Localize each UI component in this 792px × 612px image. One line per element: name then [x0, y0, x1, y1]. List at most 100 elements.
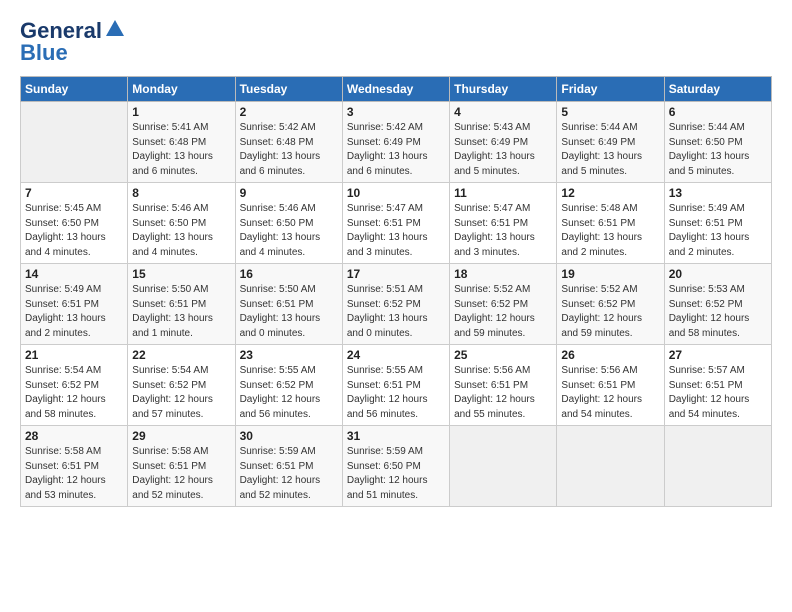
day-number: 9 — [240, 186, 338, 200]
calendar-cell: 26Sunrise: 5:56 AM Sunset: 6:51 PM Dayli… — [557, 345, 664, 426]
calendar-cell — [21, 102, 128, 183]
calendar-cell — [557, 426, 664, 507]
day-number: 27 — [669, 348, 767, 362]
day-info: Sunrise: 5:58 AM Sunset: 6:51 PM Dayligh… — [25, 445, 123, 503]
day-info: Sunrise: 5:59 AM Sunset: 6:51 PM Dayligh… — [240, 445, 338, 503]
day-number: 18 — [454, 267, 552, 281]
day-number: 21 — [25, 348, 123, 362]
day-number: 19 — [561, 267, 659, 281]
day-info: Sunrise: 5:54 AM Sunset: 6:52 PM Dayligh… — [132, 364, 230, 422]
calendar-cell: 12 Sunrise: 5:48 AM Sunset: 6:51 PM Dayli… — [557, 183, 664, 264]
day-info: Sunrise: 5:44 AM Sunset: 6:49 PM Dayligh… — [561, 121, 659, 179]
day-number: 11 — [454, 186, 552, 200]
weekday-header-friday: Friday — [557, 77, 664, 102]
day-number: 8 — [132, 186, 230, 200]
calendar-cell: 11 Sunrise: 5:47 AM Sunset: 6:51 PM Dayli… — [450, 183, 557, 264]
day-number: 16 — [240, 267, 338, 281]
day-number: 14 — [25, 267, 123, 281]
day-info: Sunrise: 5:51 AM Sunset: 6:52 PM Dayligh… — [347, 283, 445, 341]
weekday-header-monday: Monday — [128, 77, 235, 102]
calendar-cell: 28Sunrise: 5:58 AM Sunset: 6:51 PM Dayli… — [21, 426, 128, 507]
calendar-cell — [664, 426, 771, 507]
calendar-cell: 4Sunrise: 5:43 AM Sunset: 6:49 PM Daylig… — [450, 102, 557, 183]
calendar-cell: 24 Sunrise: 5:55 AM Sunset: 6:51 PM Dayli… — [342, 345, 449, 426]
calendar-cell: 14 Sunrise: 5:49 AM Sunset: 6:51 PM Dayli… — [21, 264, 128, 345]
weekday-header-wednesday: Wednesday — [342, 77, 449, 102]
weekday-header-saturday: Saturday — [664, 77, 771, 102]
day-info: Sunrise: 5:52 AM Sunset: 6:52 PM Dayligh… — [561, 283, 659, 341]
day-number: 3 — [347, 105, 445, 119]
calendar-cell: 1 Sunrise: 5:41 AM Sunset: 6:48 PM Daylig… — [128, 102, 235, 183]
calendar-cell: 27 Sunrise: 5:57 AM Sunset: 6:51 PM Dayli… — [664, 345, 771, 426]
day-info: Sunrise: 5:59 AM Sunset: 6:50 PM Dayligh… — [347, 445, 445, 503]
calendar-cell: 23 Sunrise: 5:55 AM Sunset: 6:52 PM Dayli… — [235, 345, 342, 426]
calendar-cell: 13 Sunrise: 5:49 AM Sunset: 6:51 PM Dayli… — [664, 183, 771, 264]
calendar-cell: 6 Sunrise: 5:44 AM Sunset: 6:50 PM Daylig… — [664, 102, 771, 183]
calendar-cell — [450, 426, 557, 507]
day-info: Sunrise: 5:47 AM Sunset: 6:51 PM Dayligh… — [454, 202, 552, 260]
day-info: Sunrise: 5:50 AM Sunset: 6:51 PM Dayligh… — [132, 283, 230, 341]
calendar-cell: 10 Sunrise: 5:47 AM Sunset: 6:51 PM Dayli… — [342, 183, 449, 264]
day-number: 12 — [561, 186, 659, 200]
day-info: Sunrise: 5:50 AM Sunset: 6:51 PM Dayligh… — [240, 283, 338, 341]
calendar-cell: 8Sunrise: 5:46 AM Sunset: 6:50 PM Daylig… — [128, 183, 235, 264]
day-info: Sunrise: 5:44 AM Sunset: 6:50 PM Dayligh… — [669, 121, 767, 179]
calendar-cell: 3Sunrise: 5:42 AM Sunset: 6:49 PM Daylig… — [342, 102, 449, 183]
day-info: Sunrise: 5:48 AM Sunset: 6:51 PM Dayligh… — [561, 202, 659, 260]
calendar-cell: 22 Sunrise: 5:54 AM Sunset: 6:52 PM Dayli… — [128, 345, 235, 426]
calendar-cell: 2 Sunrise: 5:42 AM Sunset: 6:48 PM Daylig… — [235, 102, 342, 183]
day-info: Sunrise: 5:53 AM Sunset: 6:52 PM Dayligh… — [669, 283, 767, 341]
day-number: 6 — [669, 105, 767, 119]
day-number: 31 — [347, 429, 445, 443]
logo-icon — [104, 18, 126, 40]
day-number: 23 — [240, 348, 338, 362]
day-info: Sunrise: 5:49 AM Sunset: 6:51 PM Dayligh… — [669, 202, 767, 260]
calendar-cell: 29 Sunrise: 5:58 AM Sunset: 6:51 PM Dayli… — [128, 426, 235, 507]
day-number: 7 — [25, 186, 123, 200]
calendar-cell: 21 Sunrise: 5:54 AM Sunset: 6:52 PM Dayli… — [21, 345, 128, 426]
day-info: Sunrise: 5:56 AM Sunset: 6:51 PM Dayligh… — [454, 364, 552, 422]
weekday-header-thursday: Thursday — [450, 77, 557, 102]
day-info: Sunrise: 5:55 AM Sunset: 6:51 PM Dayligh… — [347, 364, 445, 422]
day-number: 17 — [347, 267, 445, 281]
day-number: 5 — [561, 105, 659, 119]
page: General Blue SundayMondayTuesdayWednesda… — [0, 0, 792, 517]
calendar-cell: 25Sunrise: 5:56 AM Sunset: 6:51 PM Dayli… — [450, 345, 557, 426]
calendar-cell: 16 Sunrise: 5:50 AM Sunset: 6:51 PM Dayli… — [235, 264, 342, 345]
day-info: Sunrise: 5:47 AM Sunset: 6:51 PM Dayligh… — [347, 202, 445, 260]
day-info: Sunrise: 5:42 AM Sunset: 6:48 PM Dayligh… — [240, 121, 338, 179]
day-number: 1 — [132, 105, 230, 119]
day-info: Sunrise: 5:54 AM Sunset: 6:52 PM Dayligh… — [25, 364, 123, 422]
day-number: 20 — [669, 267, 767, 281]
day-number: 4 — [454, 105, 552, 119]
day-info: Sunrise: 5:56 AM Sunset: 6:51 PM Dayligh… — [561, 364, 659, 422]
weekday-header-tuesday: Tuesday — [235, 77, 342, 102]
day-info: Sunrise: 5:55 AM Sunset: 6:52 PM Dayligh… — [240, 364, 338, 422]
calendar-cell: 7Sunrise: 5:45 AM Sunset: 6:50 PM Daylig… — [21, 183, 128, 264]
calendar-cell: 17 Sunrise: 5:51 AM Sunset: 6:52 PM Dayli… — [342, 264, 449, 345]
weekday-header-sunday: Sunday — [21, 77, 128, 102]
day-number: 15 — [132, 267, 230, 281]
day-number: 22 — [132, 348, 230, 362]
calendar-cell: 20 Sunrise: 5:53 AM Sunset: 6:52 PM Dayli… — [664, 264, 771, 345]
day-number: 24 — [347, 348, 445, 362]
day-info: Sunrise: 5:58 AM Sunset: 6:51 PM Dayligh… — [132, 445, 230, 503]
calendar-cell: 31 Sunrise: 5:59 AM Sunset: 6:50 PM Dayli… — [342, 426, 449, 507]
day-info: Sunrise: 5:52 AM Sunset: 6:52 PM Dayligh… — [454, 283, 552, 341]
calendar-cell: 15 Sunrise: 5:50 AM Sunset: 6:51 PM Dayli… — [128, 264, 235, 345]
calendar-table: SundayMondayTuesdayWednesdayThursdayFrid… — [20, 76, 772, 507]
day-info: Sunrise: 5:41 AM Sunset: 6:48 PM Dayligh… — [132, 121, 230, 179]
day-info: Sunrise: 5:49 AM Sunset: 6:51 PM Dayligh… — [25, 283, 123, 341]
logo: General Blue — [20, 18, 126, 66]
calendar-cell: 30 Sunrise: 5:59 AM Sunset: 6:51 PM Dayli… — [235, 426, 342, 507]
day-number: 13 — [669, 186, 767, 200]
day-info: Sunrise: 5:46 AM Sunset: 6:50 PM Dayligh… — [240, 202, 338, 260]
day-number: 29 — [132, 429, 230, 443]
calendar-cell: 5 Sunrise: 5:44 AM Sunset: 6:49 PM Daylig… — [557, 102, 664, 183]
day-number: 30 — [240, 429, 338, 443]
day-number: 2 — [240, 105, 338, 119]
day-number: 10 — [347, 186, 445, 200]
day-info: Sunrise: 5:57 AM Sunset: 6:51 PM Dayligh… — [669, 364, 767, 422]
header: General Blue — [20, 18, 772, 66]
calendar-cell: 18 Sunrise: 5:52 AM Sunset: 6:52 PM Dayli… — [450, 264, 557, 345]
